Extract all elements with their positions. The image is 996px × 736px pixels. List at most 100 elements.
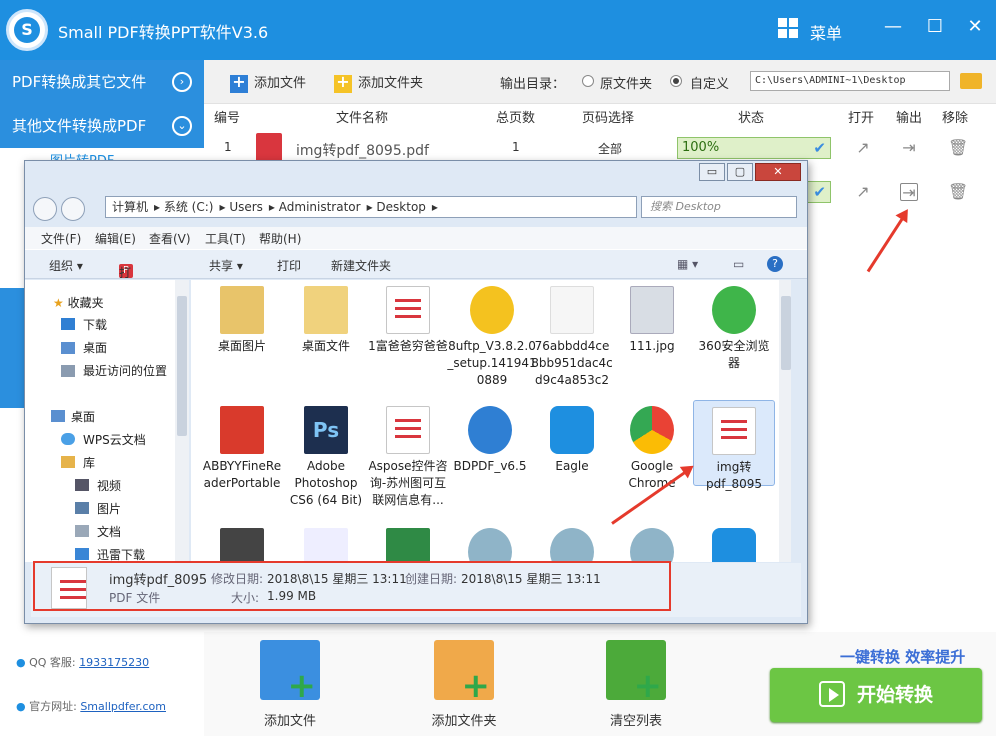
- chevron-right-icon: ›: [172, 72, 192, 92]
- new-folder-button[interactable]: 新建文件夹: [331, 257, 391, 274]
- row-range[interactable]: 全部: [598, 140, 622, 157]
- menu-file[interactable]: 文件(F): [41, 230, 81, 247]
- nav-desktop-root[interactable]: 桌面: [71, 408, 95, 425]
- trash-icon[interactable]: 🗑: [948, 183, 968, 201]
- file-item[interactable]: Eagle: [531, 406, 613, 475]
- file-item-selected[interactable]: img转pdf_8095: [693, 400, 775, 491]
- help-icon[interactable]: ?: [767, 256, 783, 272]
- file-item[interactable]: Google Chrome: [611, 406, 693, 492]
- nav-pictures[interactable]: 图片: [97, 500, 121, 517]
- nav-scrollbar[interactable]: [175, 280, 189, 562]
- bottom-add-file-button[interactable]: 添加文件: [250, 640, 330, 729]
- start-convert-button[interactable]: 开始转换: [770, 668, 982, 722]
- add-folder-button[interactable]: 添加文件夹: [334, 72, 423, 93]
- add-file-button[interactable]: 添加文件: [230, 72, 306, 93]
- breadcrumb-computer[interactable]: 计算机: [112, 200, 148, 214]
- file-item[interactable]: [367, 528, 449, 562]
- qq-link[interactable]: 1933175230: [79, 656, 149, 669]
- minimize-button[interactable]: —: [880, 14, 906, 40]
- nav-wps[interactable]: WPS云文档: [83, 431, 146, 448]
- open-icon[interactable]: ↗: [854, 139, 872, 157]
- website-link[interactable]: Smallpdfer.com: [80, 700, 166, 713]
- col-open: 打开: [848, 111, 875, 126]
- address-bar[interactable]: 计算机 ▸ 系统 (C:) ▸ Users ▸ Administrator ▸ Desk…: [105, 196, 637, 218]
- file-item[interactable]: 1富爸爸穷爸爸: [367, 286, 449, 355]
- breadcrumb-c[interactable]: 系统 (C:): [164, 200, 214, 214]
- file-item[interactable]: [201, 528, 283, 562]
- preview-pane-icon[interactable]: ▭: [733, 257, 744, 271]
- browse-folder-icon[interactable]: [960, 73, 982, 89]
- output-path-input[interactable]: C:\Users\ADMINI~1\Desktop: [750, 71, 950, 91]
- nav-documents[interactable]: 文档: [97, 523, 121, 540]
- file-item[interactable]: 111.jpg: [611, 286, 693, 355]
- col-no: 编号: [214, 111, 241, 126]
- nav-favorites[interactable]: ★ 收藏夹: [53, 294, 104, 311]
- table-header: 编号 文件名称 总页数 页码选择 状态 打开 输出 移除: [204, 104, 996, 128]
- menu-edit[interactable]: 编辑(E): [95, 230, 136, 247]
- file-item[interactable]: [693, 528, 775, 562]
- explorer-close-button[interactable]: ✕: [755, 163, 801, 181]
- file-item[interactable]: [531, 528, 613, 562]
- add-file-big-icon: [260, 640, 320, 706]
- file-item[interactable]: 76abbdd4ce8bb951dac4cd9c4a853c2: [531, 286, 613, 389]
- explorer-minimize-button[interactable]: ▭: [699, 163, 725, 181]
- row-filename: img转pdf_8095.pdf: [296, 143, 429, 159]
- clear-list-button[interactable]: 清空列表: [596, 640, 676, 729]
- file-item[interactable]: BDPDF_v6.5: [449, 406, 531, 475]
- file-item[interactable]: 桌面图片: [201, 286, 283, 355]
- file-item[interactable]: Aspose控件咨询-苏州图可互联网信息有...: [367, 406, 449, 509]
- view-options-icon[interactable]: ▦ ▾: [677, 257, 698, 271]
- close-button[interactable]: ✕: [962, 14, 988, 40]
- file-item[interactable]: 8uftp_V3.8.2.0_setup.1419410889: [447, 286, 537, 389]
- menu-grid-icon[interactable]: [778, 18, 798, 38]
- nav-recent[interactable]: 最近访问的位置: [83, 362, 167, 379]
- file-item[interactable]: 桌面文件: [285, 286, 367, 355]
- file-item[interactable]: ABBYYFineReaderPortable: [201, 406, 283, 492]
- trash-icon[interactable]: 🗑: [948, 139, 968, 157]
- col-remove: 移除: [942, 111, 969, 126]
- menu-help[interactable]: 帮助(H): [259, 230, 301, 247]
- explorer-menubar: 文件(F) 编辑(E) 查看(V) 工具(T) 帮助(H): [25, 227, 807, 249]
- menu-button[interactable]: 菜单: [810, 20, 842, 44]
- organize-button[interactable]: 组织 ▾: [49, 257, 83, 274]
- search-input[interactable]: 搜索 Desktop: [641, 196, 797, 218]
- breadcrumb-desktop[interactable]: Desktop: [376, 200, 426, 214]
- bottom-add-folder-button[interactable]: 添加文件夹: [424, 640, 504, 729]
- file-explorer-window: ▭ ▢ ✕ 计算机 ▸ 系统 (C:) ▸ Users ▸ Administrator…: [24, 160, 808, 624]
- breadcrumb-users[interactable]: Users: [229, 200, 263, 214]
- print-button[interactable]: 打印: [277, 257, 301, 274]
- maximize-button[interactable]: ☐: [922, 14, 948, 40]
- back-button[interactable]: [33, 197, 57, 221]
- explorer-maximize-button[interactable]: ▢: [727, 163, 753, 181]
- browser-icon: [712, 286, 756, 334]
- file-item[interactable]: Ps Adobe Photoshop CS6 (64 Bit): [285, 406, 367, 509]
- file-list: 桌面图片 桌面文件 1富爸爸穷爸爸 8uftp_V3.8.2.0_setup.1…: [191, 280, 791, 562]
- content-scrollbar[interactable]: [779, 280, 791, 562]
- sidebar-item-pdf-to-other[interactable]: PDF转换成其它文件 ›: [0, 60, 204, 104]
- radio-source-folder[interactable]: [582, 75, 594, 87]
- output-icon[interactable]: ⇥: [900, 139, 918, 157]
- file-item[interactable]: 360安全浏览器: [693, 286, 775, 372]
- nav-desktop[interactable]: 桌面: [83, 339, 107, 356]
- file-item[interactable]: [449, 528, 531, 562]
- nav-library[interactable]: 库: [83, 454, 95, 471]
- app-logo-icon: S: [6, 9, 48, 51]
- menu-view[interactable]: 查看(V): [149, 230, 191, 247]
- menu-tools[interactable]: 工具(T): [205, 230, 246, 247]
- breadcrumb-admin[interactable]: Administrator: [279, 200, 361, 214]
- file-item[interactable]: [285, 528, 367, 562]
- nav-downloads[interactable]: 下载: [83, 316, 107, 333]
- pdf-icon: [256, 133, 282, 163]
- share-button[interactable]: 共享 ▾: [209, 257, 243, 274]
- nav-video[interactable]: 视频: [97, 477, 121, 494]
- radio-custom[interactable]: [670, 75, 682, 87]
- output-icon[interactable]: ⇥: [900, 183, 918, 202]
- check-icon: ✔: [813, 139, 826, 157]
- folder-icon: [304, 286, 348, 334]
- sidebar-item-other-to-pdf[interactable]: 其他文件转换成PDF ⌄: [0, 104, 204, 148]
- file-item[interactable]: [611, 528, 693, 562]
- folder-icon: [220, 286, 264, 334]
- address-row: 计算机 ▸ 系统 (C:) ▸ Users ▸ Administrator ▸ Desk…: [25, 189, 807, 225]
- forward-button[interactable]: [61, 197, 85, 221]
- open-icon[interactable]: ↗: [854, 183, 872, 201]
